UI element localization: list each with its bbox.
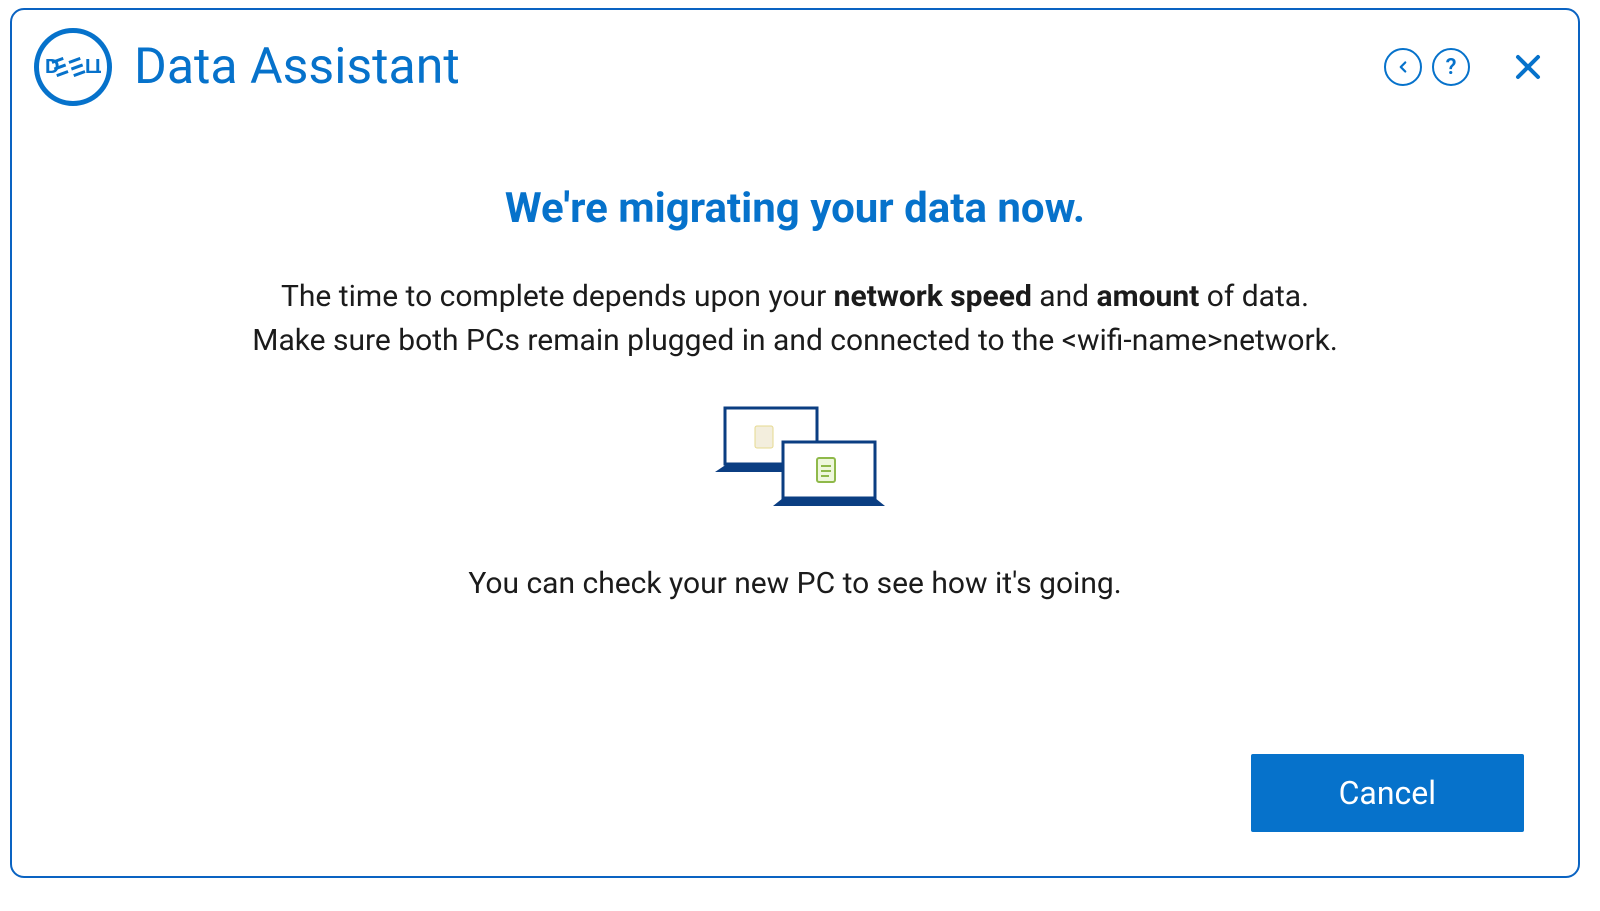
title-actions: ? [1384, 45, 1550, 89]
main-content: We're migrating your data now. The time … [12, 106, 1578, 601]
question-mark-icon: ? [1446, 55, 1457, 80]
close-button[interactable] [1506, 45, 1550, 89]
desc-part: of data. [1199, 279, 1309, 314]
app-title: Data Assistant [134, 38, 460, 96]
desc-bold: network speed [834, 279, 1032, 314]
app-window: D L L Data Assistant [10, 8, 1580, 878]
description-text: The time to complete depends upon your n… [12, 275, 1578, 362]
desc-bold: amount [1097, 279, 1200, 314]
dell-logo-icon: D L L [34, 28, 112, 106]
back-button[interactable] [1384, 48, 1422, 86]
help-button[interactable]: ? [1432, 48, 1470, 86]
title-bar: D L L Data Assistant [12, 10, 1578, 106]
hint-text: You can check your new PC to see how it'… [12, 566, 1578, 601]
desc-part: Make sure both PCs remain plugged in and… [252, 323, 1061, 358]
wifi-name-placeholder: <wifi-name> [1062, 323, 1223, 358]
desc-part: network. [1223, 323, 1338, 358]
footer: Cancel [1251, 754, 1524, 832]
headline-text: We're migrating your data now. [12, 184, 1578, 233]
desc-part: and [1032, 279, 1097, 314]
migration-illustration [12, 402, 1578, 522]
desc-part: The time to complete depends upon your [281, 279, 834, 314]
close-icon [1513, 52, 1543, 82]
svg-text:L: L [95, 57, 101, 77]
two-laptops-icon [705, 402, 885, 522]
cancel-button[interactable]: Cancel [1251, 754, 1524, 832]
brand-group: D L L Data Assistant [34, 28, 460, 106]
